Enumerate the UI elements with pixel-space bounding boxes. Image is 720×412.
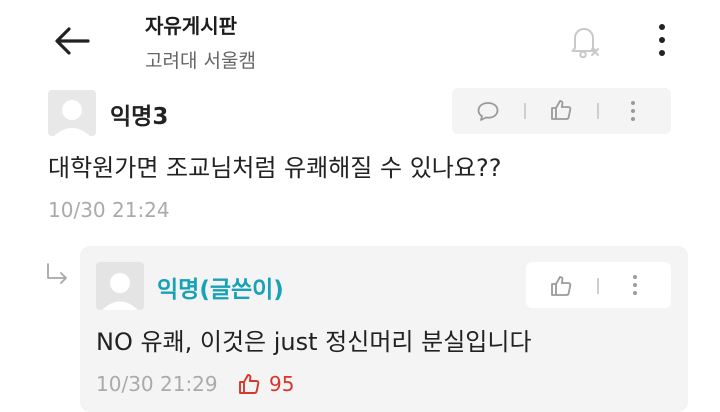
default-avatar-icon bbox=[102, 273, 138, 310]
notification-toggle-button[interactable] bbox=[563, 20, 605, 62]
comment-action-bar bbox=[452, 88, 671, 134]
more-vertical-icon bbox=[631, 101, 635, 121]
reply-button[interactable] bbox=[476, 100, 500, 122]
arrow-left-icon bbox=[55, 27, 90, 55]
school-subtitle: 고려대 서울캠 bbox=[145, 50, 256, 72]
more-options-button[interactable] bbox=[650, 20, 674, 62]
reply-author: 익명(글쓴이) bbox=[157, 277, 284, 303]
like-button[interactable] bbox=[549, 274, 573, 298]
back-button[interactable] bbox=[50, 24, 94, 58]
reply-text: NO 유쾌, 이것은 just 정신머리 분실입니다 bbox=[96, 328, 532, 356]
comment-more-button[interactable] bbox=[626, 99, 640, 123]
more-vertical-icon bbox=[633, 275, 637, 295]
comment-text: 대학원가면 조교님처럼 유쾌해질 수 있나요?? bbox=[48, 154, 502, 182]
reply-action-bar bbox=[526, 262, 671, 308]
thumbs-up-icon bbox=[551, 100, 572, 120]
like-count: 95 bbox=[269, 372, 295, 396]
reply-arrow-icon bbox=[47, 263, 67, 284]
comment-timestamp: 10/30 21:24 bbox=[48, 198, 170, 222]
like-button[interactable] bbox=[549, 98, 573, 122]
avatar bbox=[96, 262, 144, 310]
thumbs-up-icon bbox=[551, 276, 572, 296]
comment-author: 익명3 bbox=[110, 104, 169, 130]
avatar bbox=[48, 90, 96, 136]
reply-icon bbox=[477, 102, 499, 121]
reply-timestamp: 10/30 21:29 bbox=[96, 372, 218, 396]
default-avatar-icon bbox=[54, 100, 90, 136]
bell-off-icon bbox=[571, 28, 599, 59]
more-vertical-icon bbox=[659, 24, 665, 56]
reply-more-button[interactable] bbox=[628, 273, 642, 297]
board-title: 자유게시판 bbox=[145, 14, 237, 38]
reply-indicator bbox=[44, 262, 72, 286]
like-count-icon bbox=[237, 372, 261, 396]
thumbs-up-icon bbox=[239, 374, 260, 394]
